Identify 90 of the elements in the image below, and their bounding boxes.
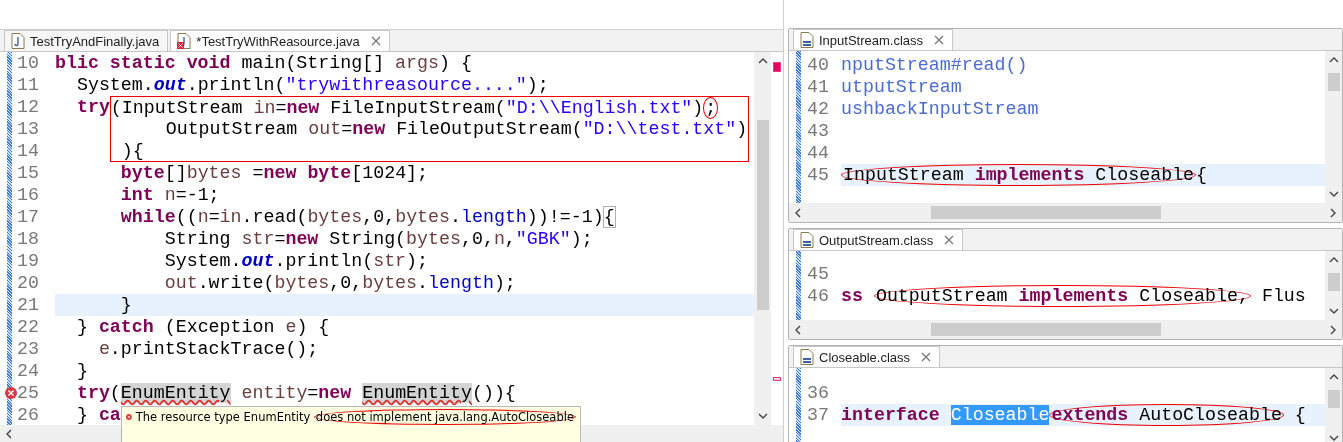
line-number: 21: [17, 294, 39, 316]
editor-tab[interactable]: Closeable.class: [793, 346, 941, 367]
scrollbar-thumb[interactable]: [1327, 73, 1340, 91]
overview-marker[interactable]: [773, 377, 781, 381]
line-number: 17: [17, 206, 39, 228]
line-number: 36: [807, 382, 829, 404]
code-line: System.out.println(str);: [163, 251, 429, 271]
line-number: 19: [17, 250, 39, 272]
chevron-left-icon[interactable]: [795, 324, 801, 335]
code-line: ss OutputStream implements Closeable, Flus: [841, 285, 1306, 307]
chevron-down-icon[interactable]: [1328, 191, 1339, 197]
chevron-up-icon[interactable]: [1328, 374, 1339, 380]
file-icon: [177, 33, 192, 49]
close-icon[interactable]: [934, 35, 945, 45]
code-line: try(EnumEntity entity=new EnumEntity()){: [75, 383, 516, 403]
scrollbar-thumb[interactable]: [756, 120, 769, 310]
line-number: 13: [17, 118, 39, 140]
line-number: 41: [807, 76, 829, 98]
line-number: 24: [17, 360, 39, 382]
file-icon: [11, 33, 25, 49]
line-number: 46: [807, 285, 829, 307]
file-icon: [800, 32, 814, 48]
code-line: } catch (Exception e) {: [75, 317, 330, 337]
line-number: 43: [807, 120, 829, 142]
code-line: InputStream implements Closeable{: [841, 164, 1208, 186]
horizontal-scrollbar[interactable]: [789, 320, 1342, 339]
editor-tab[interactable]: InputStream.class: [793, 29, 954, 50]
scrollbar-thumb[interactable]: [1327, 273, 1340, 291]
code-line: interface Closeableextends AutoCloseable {: [841, 404, 1306, 426]
chevron-left-icon[interactable]: [795, 207, 801, 218]
line-number: 45: [807, 263, 829, 285]
error-message: The resource type EnumEntity does not implement java.lang.AutoCloseable: [135, 410, 576, 424]
code-line: byte[]bytes =new byte[1024];: [119, 163, 429, 183]
line-number: 22: [17, 316, 39, 338]
editor-tab[interactable]: OutputStream.class: [793, 229, 964, 250]
overview-marker[interactable]: [773, 62, 781, 72]
file-icon: [800, 232, 814, 248]
line-number: 18: [17, 228, 39, 250]
horizontal-scrollbar[interactable]: [789, 203, 1342, 222]
line-number: 10: [17, 52, 39, 74]
code-line: }: [75, 361, 88, 381]
chevron-up-icon[interactable]: [757, 58, 768, 64]
line-number: 16: [17, 184, 39, 206]
line-number: 20: [17, 272, 39, 294]
chevron-down-icon[interactable]: [1328, 435, 1339, 441]
chevron-up-icon[interactable]: [1328, 257, 1339, 263]
line-number: 25: [17, 382, 39, 404]
code-line: utputStream: [841, 77, 962, 97]
chevron-up-icon[interactable]: [1328, 57, 1339, 63]
line-number: 15: [17, 162, 39, 184]
editor-tab[interactable]: TestTryAndFinally.java: [4, 30, 169, 51]
close-icon[interactable]: [921, 352, 932, 362]
line-number: 42: [807, 98, 829, 120]
code-line: nputStream#read(): [841, 55, 1028, 75]
code-line: int n=-1;: [119, 185, 220, 205]
code-line: while((n=in.read(bytes,0,bytes.length))!=-1){: [119, 207, 615, 227]
close-icon[interactable]: [944, 235, 955, 245]
editor-tab[interactable]: *TestTryWithReasource.java: [170, 30, 390, 51]
line-number: 14: [17, 140, 39, 162]
error-icon: [126, 411, 132, 423]
line-number: 12: [17, 96, 39, 118]
scrollbar-thumb[interactable]: [931, 206, 1161, 219]
chevron-down-icon[interactable]: [1328, 308, 1339, 314]
scrollbar-thumb[interactable]: [931, 323, 1161, 336]
line-number: 44: [807, 142, 829, 164]
chevron-down-icon[interactable]: [757, 413, 768, 419]
code-line: } ca: [75, 405, 121, 425]
line-number: 45: [807, 164, 829, 186]
line-number: 40: [807, 54, 829, 76]
code-line: blic static void main(String[] args) {: [55, 53, 472, 73]
chevron-left-icon[interactable]: [6, 428, 12, 439]
vertical-scrollbar[interactable]: [754, 52, 771, 425]
chevron-right-icon[interactable]: [1330, 324, 1336, 335]
line-number: 26: [17, 404, 39, 425]
code-line: String str=new String(bytes,0,n,"GBK");: [163, 229, 593, 249]
code-line: ushbackInputStream: [841, 99, 1039, 119]
chevron-right-icon[interactable]: [1330, 207, 1336, 218]
scrollbar-thumb[interactable]: [1327, 390, 1340, 408]
line-number: 11: [17, 74, 39, 96]
line-number: 23: [17, 338, 39, 360]
ruler-strip: [796, 251, 801, 320]
file-icon: [800, 349, 814, 365]
code-line: }: [119, 295, 132, 315]
code-line: OutputStream out=new FileOutputStream("D:\\test.txt"): [55, 119, 750, 139]
line-number: 37: [807, 404, 829, 426]
error-icon: [5, 387, 17, 399]
code-line: out.write(bytes,0,bytes.length);: [163, 273, 516, 293]
close-icon[interactable]: [370, 36, 381, 46]
code-line: System.out.println("trywithreasource....");: [75, 75, 549, 95]
code-line: e.printStackTrace();: [97, 339, 319, 359]
